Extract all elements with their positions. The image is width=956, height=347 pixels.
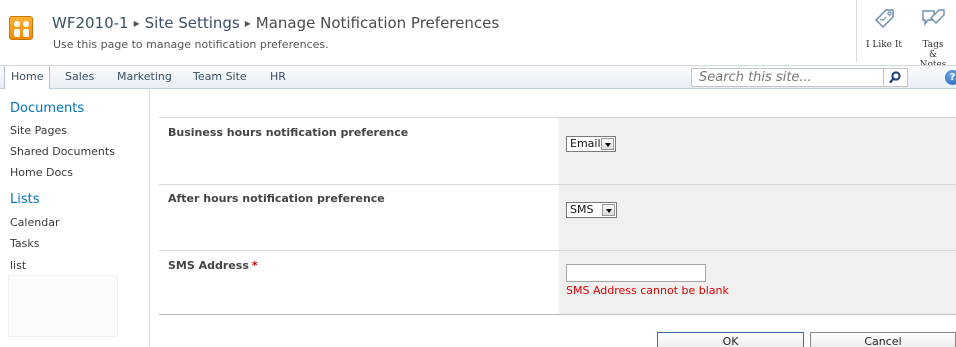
breadcrumb: WF2010-1 ▸ Site Settings ▸ Manage Notificati… (52, 14, 499, 32)
business-hours-select[interactable]: Email (566, 136, 616, 152)
nav-footer-panel (8, 275, 118, 337)
sms-address-label-text: SMS Address (168, 259, 249, 272)
after-hours-row: After hours notification preference SMS (159, 184, 956, 250)
i-like-it-label: I Like It (865, 40, 903, 50)
sms-address-label: SMS Address * (168, 259, 258, 272)
i-like-it-button[interactable]: I Like It (860, 0, 908, 62)
nav-item-home-docs[interactable]: Home Docs (10, 166, 73, 179)
like-tag-icon (874, 9, 894, 29)
chevron-down-icon (601, 138, 614, 150)
breadcrumb-site-link[interactable]: WF2010-1 (52, 14, 129, 32)
tab-sales[interactable]: Sales (59, 66, 100, 88)
chevron-down-icon (602, 204, 615, 216)
sms-address-field: SMS Address cannot be blank (559, 251, 956, 314)
nav-heading-lists[interactable]: Lists (10, 192, 40, 207)
main-content: Business hours notification preference E… (152, 90, 956, 347)
nav-item-tasks[interactable]: Tasks (10, 237, 39, 250)
business-hours-row: Business hours notification preference E… (159, 117, 956, 184)
breadcrumb-section-link[interactable]: Site Settings (145, 14, 240, 32)
top-nav-bar: Home Sales Marketing Team Site HR Search… (0, 65, 956, 89)
tags-notes-icon (922, 9, 945, 27)
nav-item-site-pages[interactable]: Site Pages (10, 124, 67, 137)
after-hours-label: After hours notification preference (168, 192, 385, 205)
business-hours-label: Business hours notification preference (168, 126, 409, 139)
search-input[interactable]: Search this site... (691, 68, 884, 87)
sms-address-input[interactable] (566, 264, 706, 282)
quick-launch: Documents Site Pages Shared Documents Ho… (0, 90, 150, 347)
nav-item-list[interactable]: list (10, 259, 26, 272)
nav-heading-documents[interactable]: Documents (10, 101, 84, 116)
form-divider (159, 314, 956, 315)
search-icon (889, 71, 901, 84)
tab-marketing[interactable]: Marketing (111, 66, 178, 88)
sms-address-row: SMS Address * SMS Address cannot be blank (159, 250, 956, 314)
nav-item-calendar[interactable]: Calendar (10, 216, 59, 229)
sms-address-error: SMS Address cannot be blank (566, 284, 729, 297)
cancel-button[interactable]: Cancel (810, 332, 956, 347)
page-description: Use this page to manage notification pre… (53, 38, 329, 51)
tab-hr[interactable]: HR (264, 66, 292, 88)
title-area: WF2010-1 ▸ Site Settings ▸ Manage Notificati… (0, 0, 956, 70)
breadcrumb-separator-icon: ▸ (244, 16, 251, 30)
business-hours-value: Email (570, 137, 601, 150)
ok-button[interactable]: OK (657, 332, 804, 347)
breadcrumb-separator-icon: ▸ (133, 16, 140, 30)
search-button[interactable] (884, 68, 908, 87)
nav-item-shared-documents[interactable]: Shared Documents (10, 145, 115, 158)
tags-notes-button[interactable]: Tags & Notes (908, 0, 956, 70)
tab-team-site[interactable]: Team Site (187, 66, 253, 88)
help-icon[interactable]: ? (945, 70, 956, 85)
after-hours-field: SMS (559, 185, 956, 250)
site-logo-icon[interactable] (9, 16, 33, 40)
required-marker: * (251, 259, 258, 272)
after-hours-value: SMS (570, 203, 594, 216)
social-actions: I Like It Tags & Notes (856, 0, 956, 70)
tab-home[interactable]: Home (4, 66, 51, 89)
after-hours-select[interactable]: SMS (566, 202, 617, 218)
page-title: Manage Notification Preferences (255, 14, 500, 32)
business-hours-field: Email (559, 118, 956, 184)
